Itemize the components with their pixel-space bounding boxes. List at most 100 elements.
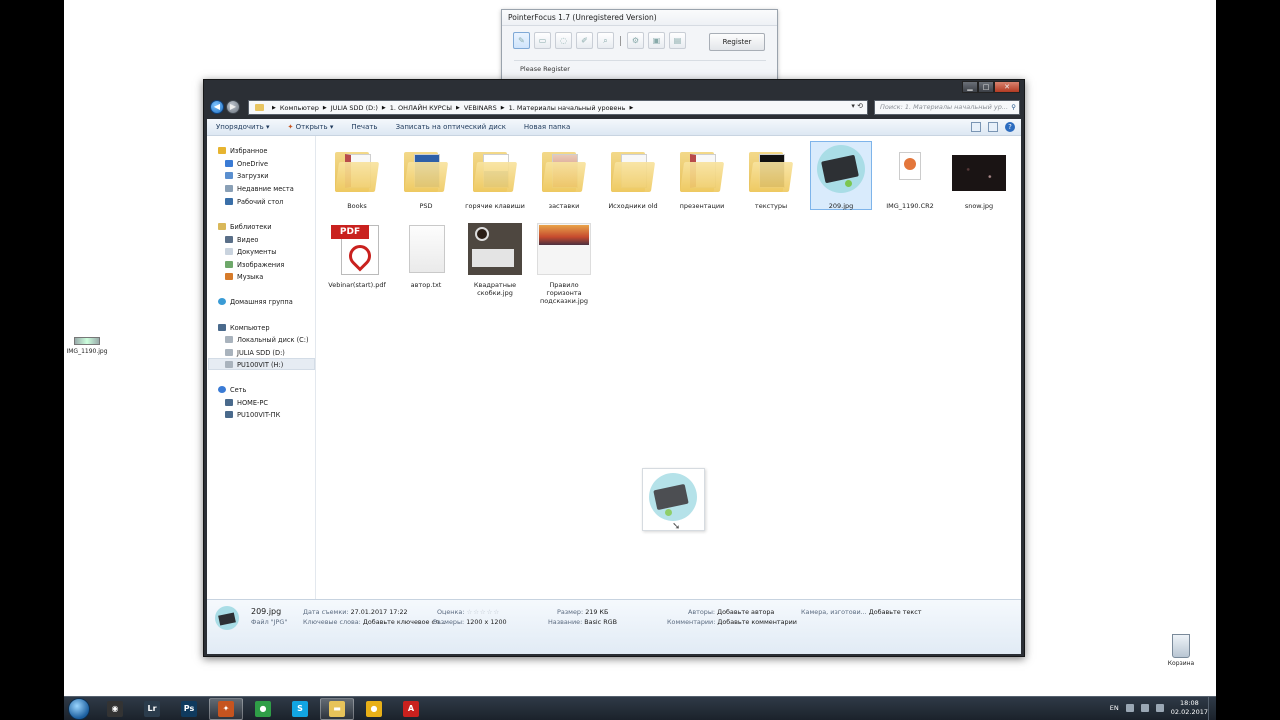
- register-button[interactable]: Register: [709, 33, 765, 51]
- volume-icon[interactable]: [1155, 704, 1164, 712]
- file-item[interactable]: Правило горизонта подсказки.jpg: [532, 221, 596, 305]
- details-authors[interactable]: Авторы: Добавьте автора: [688, 608, 774, 616]
- maximize-button[interactable]: □: [978, 81, 994, 93]
- refresh-icon[interactable]: ▾ ⟲: [851, 102, 863, 110]
- file-item-label: Books: [347, 202, 367, 210]
- file-item[interactable]: автор.txt: [394, 221, 458, 289]
- network-tray-icon[interactable]: [1140, 704, 1149, 712]
- nav-music[interactable]: Музыка: [225, 271, 263, 282]
- search-input[interactable]: Поиск: 1. Материалы начальный ур... ⚲: [874, 100, 1020, 115]
- nav-home-pc[interactable]: HOME-PC: [225, 397, 268, 408]
- toolbar-separator: [620, 35, 621, 46]
- view-mode-icon[interactable]: [971, 122, 981, 132]
- file-item[interactable]: Books: [325, 142, 389, 210]
- nav-video[interactable]: Видео: [225, 234, 258, 245]
- taskbar: ◉ Lr Ps ✦ ● S ▬ ● A EN 18:08 02.02.2017: [64, 696, 1216, 720]
- new-folder-button[interactable]: Новая папка: [515, 123, 579, 131]
- file-item[interactable]: IMG_1190.CR2: [878, 142, 942, 210]
- show-desktop-button[interactable]: [1208, 697, 1216, 720]
- burn-button[interactable]: Записать на оптический диск: [387, 123, 515, 131]
- spotlight-tool-button[interactable]: ◌: [555, 32, 572, 49]
- breadcrumb-drive[interactable]: JULIA SDD (D:): [331, 104, 378, 112]
- settings-tool-button[interactable]: ⚙: [627, 32, 644, 49]
- file-item[interactable]: презентации: [670, 142, 734, 210]
- taskbar-app-obs[interactable]: ◉: [98, 698, 132, 720]
- taskbar-app-photoshop[interactable]: Ps: [172, 698, 206, 720]
- nav-label: Избранное: [230, 146, 268, 155]
- folder-icon: [398, 142, 454, 198]
- taskbar-app-explorer[interactable]: ▬: [320, 698, 354, 720]
- breadcrumb-vebinars[interactable]: VEBINARS: [464, 104, 497, 112]
- about-tool-button[interactable]: ▤: [669, 32, 686, 49]
- folder-icon: [605, 142, 661, 198]
- nav-network[interactable]: Сеть: [218, 384, 246, 395]
- nav-pu100vit-pk[interactable]: PU100VIT-ПК: [225, 409, 280, 420]
- taskbar-app-lightroom[interactable]: Lr: [135, 698, 169, 720]
- magnifier-tool-button[interactable]: ⌕: [597, 32, 614, 49]
- back-button[interactable]: ◀: [210, 100, 224, 114]
- pointerfocus-icon: ✦: [218, 701, 234, 717]
- nav-libraries[interactable]: Библиотеки: [218, 221, 272, 232]
- nav-local-c[interactable]: Локальный диск (C:): [225, 334, 309, 345]
- lightroom-icon: Lr: [144, 701, 160, 717]
- taskbar-app-skype[interactable]: S: [283, 698, 317, 720]
- nav-favorites[interactable]: Избранное: [218, 145, 267, 156]
- file-item-label: Правило горизонта подсказки.jpg: [540, 281, 588, 305]
- breadcrumb-computer[interactable]: Компьютер: [280, 104, 319, 112]
- breadcrumb-materials[interactable]: 1. Материалы начальный уровень: [509, 104, 626, 112]
- nav-desktop[interactable]: Рабочий стол: [225, 196, 283, 207]
- nav-downloads[interactable]: Загрузки: [225, 170, 269, 181]
- help-icon[interactable]: ?: [1005, 122, 1015, 132]
- tray-arrow-icon[interactable]: [1125, 704, 1134, 712]
- minimize-icon: ▁: [967, 83, 973, 91]
- minimize-button[interactable]: ▁: [962, 81, 978, 93]
- start-button[interactable]: [68, 698, 90, 720]
- nav-recent[interactable]: Недавние места: [225, 183, 294, 194]
- file-item[interactable]: Квадратные скобки.jpg: [463, 221, 527, 297]
- taskbar-app-acrobat[interactable]: A: [394, 698, 428, 720]
- desktop-icon-img[interactable]: IMG_1190.jpg: [66, 337, 108, 355]
- nav-onedrive[interactable]: OneDrive: [225, 158, 268, 169]
- preview-pane-icon[interactable]: [988, 122, 998, 132]
- folder-icon: [467, 142, 523, 198]
- nav-pu100vit-h[interactable]: PU100VIT (H:): [225, 359, 283, 370]
- file-item-selected[interactable]: 209.jpg: [809, 142, 873, 210]
- file-item[interactable]: PSD: [394, 142, 458, 210]
- details-title[interactable]: Название: Basic RGB: [548, 618, 617, 626]
- clock[interactable]: 18:08 02.02.2017: [1171, 699, 1208, 717]
- file-item[interactable]: текстуры: [739, 142, 803, 210]
- details-keywords[interactable]: Ключевые слова: Добавьте ключевое сл...: [303, 618, 445, 626]
- nav-images[interactable]: Изображения: [225, 259, 284, 270]
- recycle-bin[interactable]: Корзина: [1164, 634, 1198, 667]
- nav-label: Документы: [237, 247, 277, 256]
- file-item-label: 209.jpg: [828, 202, 854, 210]
- screen-tool-button[interactable]: ▣: [648, 32, 665, 49]
- annotate-tool-button[interactable]: ✐: [576, 32, 593, 49]
- details-rating[interactable]: Оценка: ☆☆☆☆☆: [437, 608, 500, 616]
- file-item[interactable]: snow.jpg: [947, 142, 1011, 210]
- address-bar[interactable]: ▶ Компьютер ▶ JULIA SDD (D:) ▶ 1. ОНЛАЙН…: [248, 100, 868, 115]
- nav-homegroup[interactable]: Домашняя группа: [218, 296, 293, 307]
- breadcrumb-courses[interactable]: 1. ОНЛАЙН КУРСЫ: [390, 104, 452, 112]
- file-item[interactable]: горячие клавиши: [463, 142, 527, 210]
- nav-documents[interactable]: Документы: [225, 246, 276, 257]
- open-button[interactable]: ✦ Открыть ▾: [279, 123, 343, 131]
- forward-button[interactable]: ▶: [226, 100, 240, 114]
- file-item[interactable]: Исходники old: [601, 142, 665, 210]
- taskbar-app-pointerfocus[interactable]: ✦: [209, 698, 243, 720]
- taskbar-app-chrome[interactable]: ●: [246, 698, 280, 720]
- file-item[interactable]: PDF Vebinar(start).pdf: [325, 221, 389, 289]
- taskbar-app-coin[interactable]: ●: [357, 698, 391, 720]
- nav-julia-d[interactable]: JULIA SDD (D:): [225, 347, 285, 358]
- language-indicator[interactable]: EN: [1110, 704, 1119, 712]
- highlight-tool-button[interactable]: ▭: [534, 32, 551, 49]
- details-camera[interactable]: Камера, изготови... Добавьте текст: [801, 608, 922, 616]
- close-button[interactable]: ✕: [994, 81, 1020, 93]
- organize-button[interactable]: Упорядочить ▾: [207, 123, 279, 131]
- file-item[interactable]: заставки: [532, 142, 596, 210]
- pen-tool-button[interactable]: ✎: [513, 32, 530, 49]
- details-comments[interactable]: Комментарии: Добавьте комментарии: [667, 618, 797, 626]
- nav-computer[interactable]: Компьютер: [218, 322, 270, 333]
- cursor-icon: ➘: [672, 521, 681, 532]
- print-button[interactable]: Печать: [342, 123, 386, 131]
